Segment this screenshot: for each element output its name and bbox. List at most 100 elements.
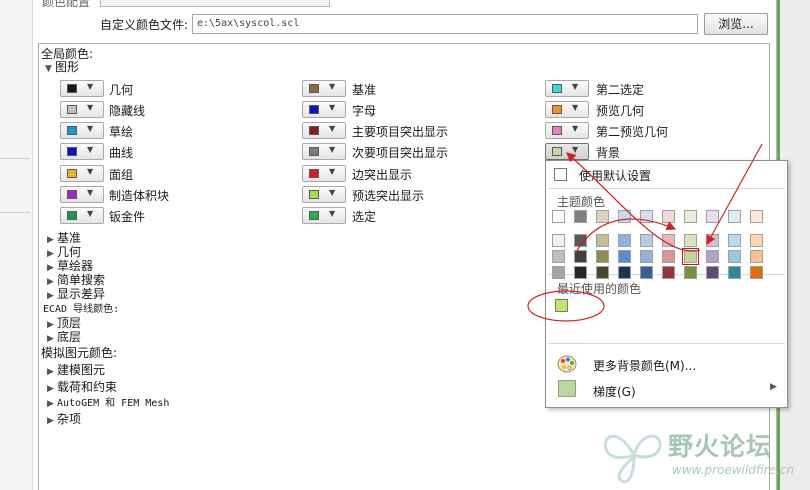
chevron-down-icon: ▼ <box>572 103 579 112</box>
gradient-swatch <box>558 380 576 397</box>
color-button[interactable]: ▼ <box>60 101 104 118</box>
theme-color-cell[interactable] <box>706 266 719 279</box>
theme-color-cell[interactable] <box>640 266 653 279</box>
theme-color-cell[interactable] <box>574 250 587 263</box>
chevron-down-icon: ▼ <box>329 145 336 154</box>
theme-color-cell[interactable] <box>728 250 741 263</box>
chevron-down-icon: ▼ <box>87 209 94 218</box>
left-panel-edge <box>0 0 33 490</box>
tree-node-loads[interactable]: ▶ 载荷和约束 <box>47 378 117 395</box>
color-button[interactable]: ▼ <box>60 165 104 182</box>
butterfly-logo-icon <box>603 434 662 484</box>
theme-color-cell[interactable] <box>596 250 609 263</box>
color-config-combo[interactable] <box>100 0 330 7</box>
tree-node-modeling[interactable]: ▶ 建模图元 <box>47 361 105 378</box>
theme-color-cell[interactable] <box>662 234 675 247</box>
theme-color-cell[interactable] <box>552 266 565 279</box>
theme-color-cell[interactable] <box>662 250 675 263</box>
divider <box>548 343 785 344</box>
color-button[interactable]: ▼ <box>60 186 104 203</box>
tree-node-graphics[interactable]: ▼ 图形 <box>45 58 79 75</box>
theme-color-cell[interactable] <box>662 210 675 223</box>
recent-color-swatch[interactable] <box>555 299 568 312</box>
theme-colors-heading: 主题颜色 <box>557 195 606 209</box>
theme-color-cell[interactable] <box>728 266 741 279</box>
theme-color-cell[interactable] <box>574 266 587 279</box>
theme-color-cell[interactable] <box>750 210 763 223</box>
color-swatch <box>552 105 562 114</box>
color-button[interactable]: ▼ <box>302 143 346 160</box>
color-picker-popup: 使用默认设置 主题颜色 最近使用的颜色 更多背景颜色(M)... 梯度(G) ▶ <box>545 160 788 408</box>
ecad-heading: ECAD 导线颜色: <box>43 304 120 315</box>
chevron-down-icon: ▼ <box>87 124 94 133</box>
color-button[interactable]: ▼ <box>60 143 104 160</box>
theme-color-cell[interactable] <box>618 266 631 279</box>
theme-color-cell[interactable] <box>596 234 609 247</box>
theme-color-cell[interactable] <box>750 234 763 247</box>
chevron-down-icon: ▼ <box>87 188 94 197</box>
color-button[interactable]: ▼ <box>545 80 589 97</box>
theme-color-cell[interactable] <box>618 250 631 263</box>
color-item-label: 钣金件 <box>109 210 146 224</box>
color-button[interactable]: ▼ <box>302 122 346 139</box>
color-button[interactable]: ▼ <box>60 80 104 97</box>
browse-button[interactable]: 浏览... <box>704 13 768 35</box>
color-button[interactable]: ▼ <box>302 101 346 118</box>
watermark: 野火论坛 www.proewildfire.cn <box>600 425 810 490</box>
color-button[interactable]: ▼ <box>302 186 346 203</box>
theme-color-cell[interactable] <box>750 250 763 263</box>
expand-right-icon: ▶ <box>47 367 54 377</box>
color-button[interactable]: ▼ <box>545 143 589 160</box>
color-item-label: 基准 <box>352 83 377 97</box>
theme-color-cell[interactable] <box>750 266 763 279</box>
tree-node-autogem[interactable]: ▶ AutoGEM 和 FEM Mesh <box>47 394 169 409</box>
theme-color-cell[interactable] <box>662 266 675 279</box>
theme-color-cell[interactable] <box>682 248 699 265</box>
color-button[interactable]: ▼ <box>545 122 589 139</box>
theme-color-cell[interactable] <box>706 234 719 247</box>
gradient-item[interactable]: 梯度(G) <box>593 383 636 400</box>
custom-color-file-label: 自定义颜色文件: <box>100 18 189 32</box>
theme-color-cell[interactable] <box>640 210 653 223</box>
tree-node-bottom-layer[interactable]: ▶ 底层 <box>47 328 81 345</box>
use-default-checkbox[interactable] <box>554 168 567 181</box>
color-item-label: 第二选定 <box>596 83 645 97</box>
theme-color-cell[interactable] <box>728 210 741 223</box>
color-button[interactable]: ▼ <box>302 80 346 97</box>
tree-node-misc[interactable]: ▶ 杂项 <box>47 410 81 427</box>
color-button[interactable]: ▼ <box>60 122 104 139</box>
theme-color-cell[interactable] <box>684 234 697 247</box>
theme-color-cell[interactable] <box>596 266 609 279</box>
theme-color-cell[interactable] <box>596 210 609 223</box>
theme-color-cell[interactable] <box>618 234 631 247</box>
chevron-down-icon: ▼ <box>572 145 579 154</box>
color-button[interactable]: ▼ <box>545 101 589 118</box>
theme-color-cell[interactable] <box>618 210 631 223</box>
theme-color-cell[interactable] <box>552 210 565 223</box>
theme-color-cell[interactable] <box>574 210 587 223</box>
theme-color-cell[interactable] <box>706 250 719 263</box>
theme-color-cell[interactable] <box>640 250 653 263</box>
theme-color-cell[interactable] <box>684 266 697 279</box>
theme-color-cell[interactable] <box>574 234 587 247</box>
color-item-label: 第二预览几何 <box>596 125 669 139</box>
theme-color-cell[interactable] <box>640 234 653 247</box>
use-default-label[interactable]: 使用默认设置 <box>579 167 651 184</box>
color-button[interactable]: ▼ <box>302 165 346 182</box>
divider <box>0 212 30 213</box>
color-swatch <box>309 169 319 178</box>
color-swatch <box>67 211 77 220</box>
theme-color-cell[interactable] <box>552 250 565 263</box>
theme-color-cell[interactable] <box>728 234 741 247</box>
color-button[interactable]: ▼ <box>60 207 104 224</box>
theme-color-cell[interactable] <box>684 210 697 223</box>
color-item-label: 草绘 <box>109 125 134 139</box>
color-swatch <box>309 126 319 135</box>
theme-color-cell[interactable] <box>706 210 719 223</box>
custom-color-file-input[interactable]: e:\5ax\syscol.scl <box>192 14 698 34</box>
more-colors-item[interactable]: 更多背景颜色(M)... <box>593 357 696 374</box>
sim-colors-heading: 模拟图元颜色: <box>41 346 118 360</box>
color-button[interactable]: ▼ <box>302 207 346 224</box>
color-item-label: 预览几何 <box>596 104 645 118</box>
theme-color-cell[interactable] <box>552 234 565 247</box>
